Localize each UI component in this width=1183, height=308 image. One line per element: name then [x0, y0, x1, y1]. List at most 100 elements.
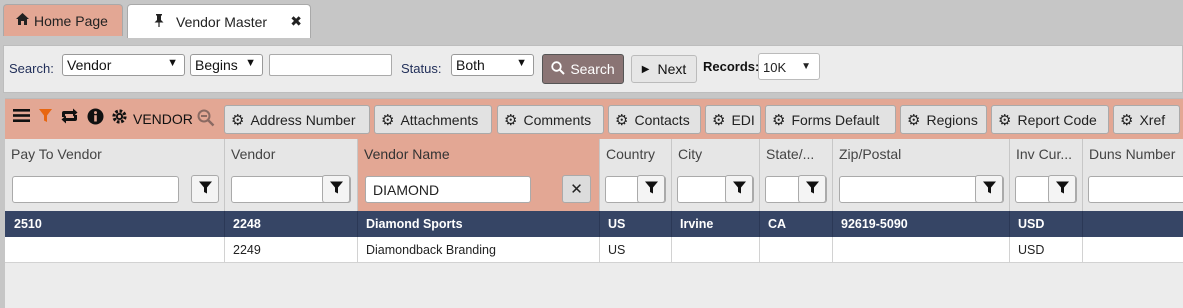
cell-duns-number: [1083, 211, 1183, 237]
zoom-out-icon[interactable]: [197, 109, 215, 132]
filter-button[interactable]: [322, 175, 350, 203]
contacts-label: Contacts: [634, 111, 690, 128]
close-icon[interactable]: ✖: [290, 13, 302, 30]
regions-button[interactable]: ⚙ Regions: [900, 105, 987, 134]
filter-button[interactable]: [725, 175, 753, 203]
status-label: Status:: [401, 61, 442, 76]
search-panel: Search: Vendor ▼ Begins ▼ Status: Both ▼…: [3, 45, 1183, 93]
address-number-button[interactable]: ⚙ Address Number: [224, 105, 370, 134]
search-label: Search:: [9, 61, 54, 76]
filter-icon: [805, 181, 819, 197]
grid-header: Pay To Vendor Vendor Vendor Name Country…: [5, 139, 1183, 170]
attachments-button[interactable]: ⚙ Attachments: [374, 105, 492, 134]
edi-label: EDI: [731, 111, 755, 128]
menu-icon[interactable]: [13, 108, 30, 128]
cell-duns-number: [1083, 237, 1183, 263]
search-query-input[interactable]: [269, 54, 392, 76]
grid-toolbar: VENDOR ⚙ Address Number ⚙ Attachments ⚙ …: [5, 98, 1183, 140]
edi-button[interactable]: ⚙ EDI: [705, 105, 761, 134]
status-select[interactable]: Both ▼: [451, 54, 534, 76]
search-field-select[interactable]: Vendor ▼: [62, 54, 185, 76]
forms-default-button[interactable]: ⚙ Forms Default: [765, 105, 896, 134]
operator-select[interactable]: Begins ▼: [190, 54, 263, 76]
gear-icon: ⚙: [998, 111, 1012, 129]
vendor-grid: VENDOR ⚙ Address Number ⚙ Attachments ⚙ …: [5, 98, 1183, 308]
gear-icon: ⚙: [907, 111, 921, 129]
gear-icon: ⚙: [504, 111, 518, 129]
cell-state: [760, 237, 833, 263]
operator-value: Begins: [195, 57, 238, 73]
records-value: 10K: [763, 60, 787, 75]
table-row[interactable]: 2249 Diamondback Branding US USD: [5, 237, 1183, 263]
tab-vendor-label: Vendor Master: [176, 13, 268, 30]
filter-button[interactable]: [1048, 175, 1076, 203]
filter-icon: [644, 181, 658, 197]
filter-cell-country: [600, 169, 672, 211]
column-header-vendor-name[interactable]: Vendor Name: [358, 139, 600, 169]
filter-input-duns-number[interactable]: [1088, 176, 1183, 203]
cell-inv-currency: USD: [1010, 211, 1083, 237]
filter-icon: [982, 181, 996, 197]
filter-icon: [1055, 181, 1069, 197]
cell-vendor: 2248: [225, 211, 358, 237]
cell-city: Irvine: [672, 211, 760, 237]
filter-cell-duns-number: [1083, 169, 1183, 211]
gear-icon: ⚙: [712, 111, 726, 129]
filter-cell-pay-to-vendor: [5, 169, 225, 211]
column-header-country[interactable]: Country: [600, 139, 672, 169]
gear-icon: ⚙: [381, 111, 395, 129]
grid-title: VENDOR: [133, 111, 193, 127]
gear-icon: ⚙: [615, 111, 629, 129]
cell-vendor-name: Diamondback Branding: [358, 237, 600, 263]
cell-pay-to-vendor: [5, 237, 225, 263]
column-header-pay-to-vendor[interactable]: Pay To Vendor: [5, 139, 225, 169]
column-header-city[interactable]: City: [672, 139, 760, 169]
filter-icon[interactable]: [39, 108, 52, 128]
filter-input-vendor-name[interactable]: DIAMOND: [365, 176, 531, 203]
tab-home-page[interactable]: Home Page: [3, 4, 123, 36]
report-code-label: Report Code: [1017, 111, 1097, 128]
chevron-down-icon: ▼: [245, 57, 256, 69]
status-value: Both: [456, 57, 485, 73]
filter-button[interactable]: [191, 175, 219, 203]
cell-country: US: [600, 211, 672, 237]
records-select[interactable]: 10K ▼: [758, 53, 820, 80]
pin-icon[interactable]: [154, 13, 164, 30]
table-row[interactable]: 2510 2248 Diamond Sports US Irvine CA 92…: [5, 211, 1183, 237]
cell-zip-postal: 92619-5090: [833, 211, 1010, 237]
records-label: Records:: [703, 59, 760, 74]
clear-filter-button[interactable]: ✕: [562, 175, 591, 203]
gear-icon[interactable]: [111, 108, 128, 130]
cell-state: CA: [760, 211, 833, 237]
regions-label: Regions: [926, 111, 978, 128]
next-button[interactable]: ▶ Next: [631, 55, 697, 83]
filter-button[interactable]: [637, 175, 665, 203]
filter-cell-state: [760, 169, 833, 211]
contacts-button[interactable]: ⚙ Contacts: [608, 105, 701, 134]
filter-cell-inv-currency: [1010, 169, 1083, 211]
search-button-label: Search: [570, 61, 615, 77]
column-header-state[interactable]: State/...: [760, 139, 833, 169]
gear-icon: ⚙: [231, 111, 245, 129]
tab-home-label: Home Page: [34, 12, 108, 29]
chevron-down-icon: ▼: [516, 57, 527, 69]
play-icon: ▶: [641, 63, 650, 75]
column-header-duns-number[interactable]: Duns Number: [1083, 139, 1183, 169]
column-header-zip-postal[interactable]: Zip/Postal: [833, 139, 1010, 169]
refresh-icon[interactable]: [59, 108, 80, 129]
filter-button[interactable]: [798, 175, 826, 203]
report-code-button[interactable]: ⚙ Report Code: [991, 105, 1109, 134]
xref-button[interactable]: ⚙ Xref: [1113, 105, 1180, 134]
info-icon[interactable]: [87, 108, 104, 130]
cell-zip-postal: [833, 237, 1010, 263]
column-header-vendor[interactable]: Vendor: [225, 139, 358, 169]
search-button[interactable]: Search: [542, 54, 624, 84]
column-header-inv-currency[interactable]: Inv Cur...: [1010, 139, 1083, 169]
comments-button[interactable]: ⚙ Comments: [497, 105, 604, 134]
chevron-down-icon: ▼: [801, 61, 811, 72]
cell-vendor-name: Diamond Sports: [358, 211, 600, 237]
filter-button[interactable]: [975, 175, 1003, 203]
tab-vendor-master[interactable]: Vendor Master ✖: [127, 4, 311, 38]
filter-input-pay-to-vendor[interactable]: [12, 176, 179, 203]
address-number-label: Address Number: [250, 111, 356, 128]
